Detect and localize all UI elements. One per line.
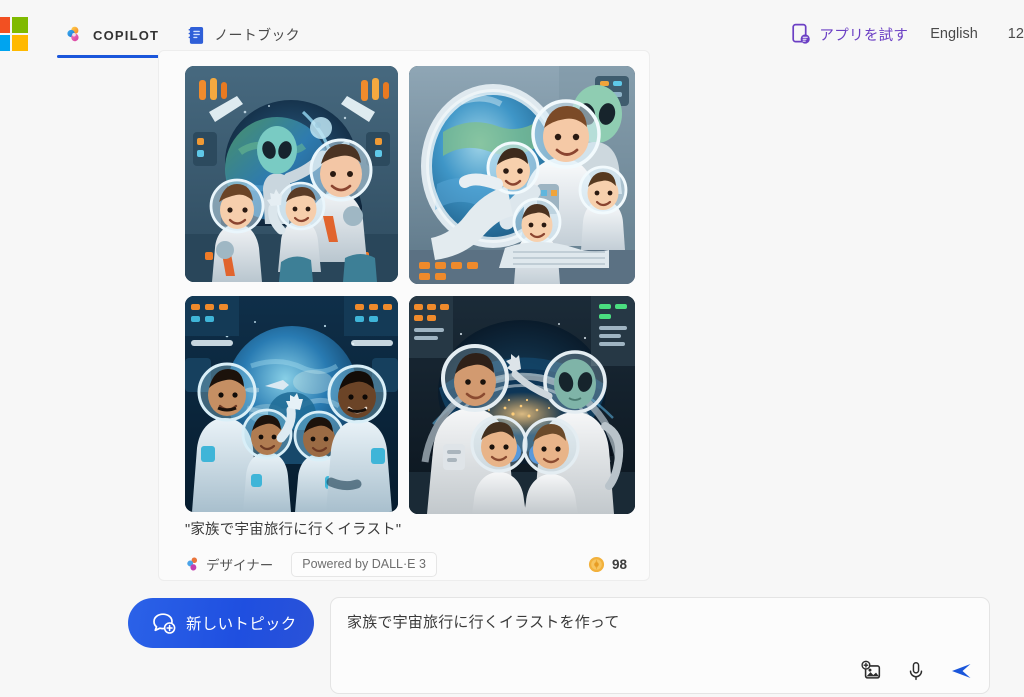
generated-image-1[interactable] <box>185 66 398 282</box>
generated-image-4[interactable] <box>409 296 635 514</box>
try-app-icon <box>791 23 811 45</box>
designer-icon <box>185 556 201 572</box>
try-app-label: アプリを試す <box>819 27 909 44</box>
new-topic-button[interactable]: 新しいトピック <box>128 598 314 648</box>
ms-logo-square-blue <box>0 35 10 51</box>
message-meta-row: デザイナー Powered by DALL·E 3 98 <box>185 551 627 577</box>
copilot-icon <box>64 25 84 45</box>
send-icon[interactable] <box>949 659 973 683</box>
composer-actions <box>861 659 973 683</box>
tab-copilot[interactable]: COPILOT <box>57 0 167 68</box>
tab-copilot-label: COPILOT <box>93 27 160 43</box>
designer-label: デザイナー <box>206 558 274 573</box>
powered-by-badge: Powered by DALL·E 3 <box>291 551 437 577</box>
assistant-message-card: "家族で宇宙旅行に行くイラスト" デザイナー Powered by DALL·E… <box>158 50 650 581</box>
ms-logo-square-yellow <box>12 35 28 51</box>
try-app-button[interactable]: アプリを試す <box>791 23 930 45</box>
boost-credits-count: 98 <box>611 556 627 572</box>
notebook-icon <box>188 26 205 45</box>
chat-input[interactable] <box>347 612 947 633</box>
new-chat-icon <box>150 610 176 636</box>
tab-active-underline <box>57 55 167 58</box>
composer-box <box>330 597 990 694</box>
ms-logo-square-red <box>0 17 10 33</box>
microsoft-logo[interactable] <box>0 17 28 51</box>
generated-image-3[interactable] <box>185 296 398 512</box>
image-prompt-caption: "家族で宇宙旅行に行くイラスト" <box>185 522 402 538</box>
boost-credits[interactable]: 98 <box>588 556 627 573</box>
tab-notebook-label: ノートブック <box>214 27 300 43</box>
ms-logo-square-green <box>12 17 28 33</box>
app-root: COPILOT ノートブック アプリを試す English 12 "家族で宇宙旅… <box>0 0 1024 697</box>
designer-attribution[interactable]: デザイナー <box>185 554 273 574</box>
generated-image-2[interactable] <box>409 66 635 284</box>
header-right-actions: アプリを試す English 123 <box>791 0 1024 68</box>
microphone-icon[interactable] <box>905 660 927 682</box>
language-selector[interactable]: English <box>930 26 1008 42</box>
header-counter[interactable]: 123 <box>1008 26 1024 42</box>
coin-icon <box>588 556 605 573</box>
new-topic-label: 新しいトピック <box>186 616 297 633</box>
add-image-icon[interactable] <box>861 660 883 682</box>
generated-image-grid <box>185 66 637 514</box>
